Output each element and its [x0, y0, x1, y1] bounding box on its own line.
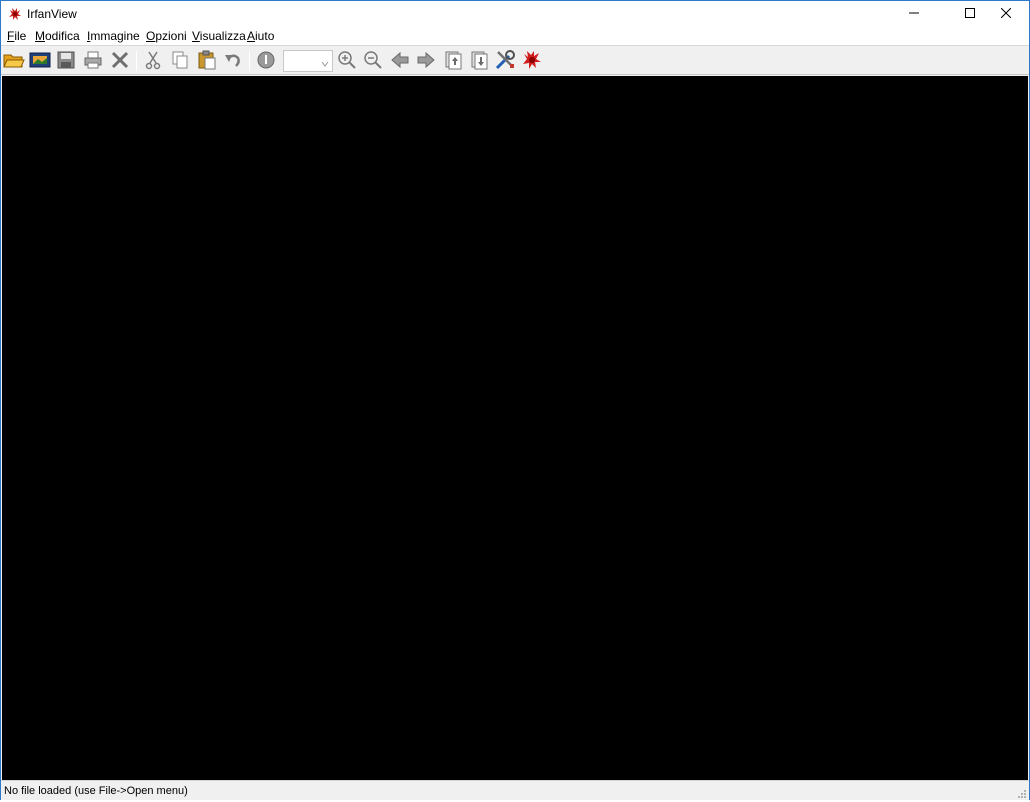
- undo-button[interactable]: [221, 49, 245, 73]
- previous-button[interactable]: [388, 49, 412, 73]
- zoom-in-icon: [337, 50, 357, 73]
- menu-visualizza[interactable]: Visualizza: [192, 29, 246, 43]
- slideshow-button[interactable]: [28, 49, 52, 73]
- irfanview-icon: [521, 49, 543, 74]
- irfanview-window: IrfanView File Modifica Immagine Opzioni…: [0, 0, 1030, 800]
- settings-icon: [494, 49, 516, 74]
- save-icon: [56, 50, 76, 73]
- first-page-icon: [443, 50, 463, 73]
- toolbar: [1, 45, 1029, 75]
- zoom-out-button[interactable]: [361, 49, 385, 73]
- print-button[interactable]: [81, 49, 105, 73]
- cut-button[interactable]: [141, 49, 165, 73]
- paste-icon: [197, 50, 217, 73]
- window-title: IrfanView: [27, 7, 77, 21]
- toolbar-separator: [136, 51, 137, 71]
- info-icon: [256, 50, 276, 73]
- maximize-icon: [965, 7, 975, 21]
- next-button[interactable]: [414, 49, 438, 73]
- cut-icon: [143, 50, 163, 73]
- menu-bar: File Modifica Immagine Opzioni Visualizz…: [1, 27, 1029, 45]
- menu-immagine[interactable]: Immagine: [87, 29, 140, 43]
- copy-button[interactable]: [168, 49, 192, 73]
- last-page-button[interactable]: [467, 49, 491, 73]
- settings-button[interactable]: [493, 49, 517, 73]
- menu-aiuto[interactable]: Aiuto: [247, 29, 274, 43]
- zoom-in-button[interactable]: [335, 49, 359, 73]
- print-icon: [83, 50, 103, 73]
- chevron-down-icon: [321, 57, 329, 71]
- status-bar: No file loaded (use File->Open menu): [1, 780, 1029, 800]
- last-page-icon: [469, 50, 489, 73]
- open-folder-icon: [3, 50, 25, 73]
- close-button[interactable]: [983, 1, 1029, 27]
- paste-button[interactable]: [195, 49, 219, 73]
- next-icon: [416, 50, 436, 73]
- zoom-combo[interactable]: [283, 50, 333, 72]
- undo-icon: [223, 50, 243, 73]
- minimize-icon: [909, 7, 919, 21]
- delete-icon: [110, 50, 130, 73]
- irfanview-app-icon: [8, 7, 22, 21]
- save-button[interactable]: [54, 49, 78, 73]
- image-viewer-area[interactable]: [2, 76, 1028, 780]
- copy-icon: [170, 50, 190, 73]
- info-button[interactable]: [254, 49, 278, 73]
- delete-button[interactable]: [108, 49, 132, 73]
- zoom-out-icon: [363, 50, 383, 73]
- title-bar[interactable]: IrfanView: [1, 1, 1029, 27]
- about-irfanview-button[interactable]: [520, 49, 544, 73]
- menu-modifica[interactable]: Modifica: [35, 29, 80, 43]
- resize-grip-icon[interactable]: [1017, 788, 1027, 798]
- status-text: No file loaded (use File->Open menu): [4, 785, 188, 797]
- toolbar-separator: [249, 51, 250, 71]
- previous-icon: [390, 50, 410, 73]
- menu-file[interactable]: File: [7, 29, 26, 43]
- close-icon: [1000, 7, 1012, 21]
- first-page-button[interactable]: [441, 49, 465, 73]
- minimize-button[interactable]: [891, 1, 937, 27]
- menu-opzioni[interactable]: Opzioni: [146, 29, 187, 43]
- open-button[interactable]: [2, 49, 26, 73]
- slideshow-icon: [29, 50, 51, 73]
